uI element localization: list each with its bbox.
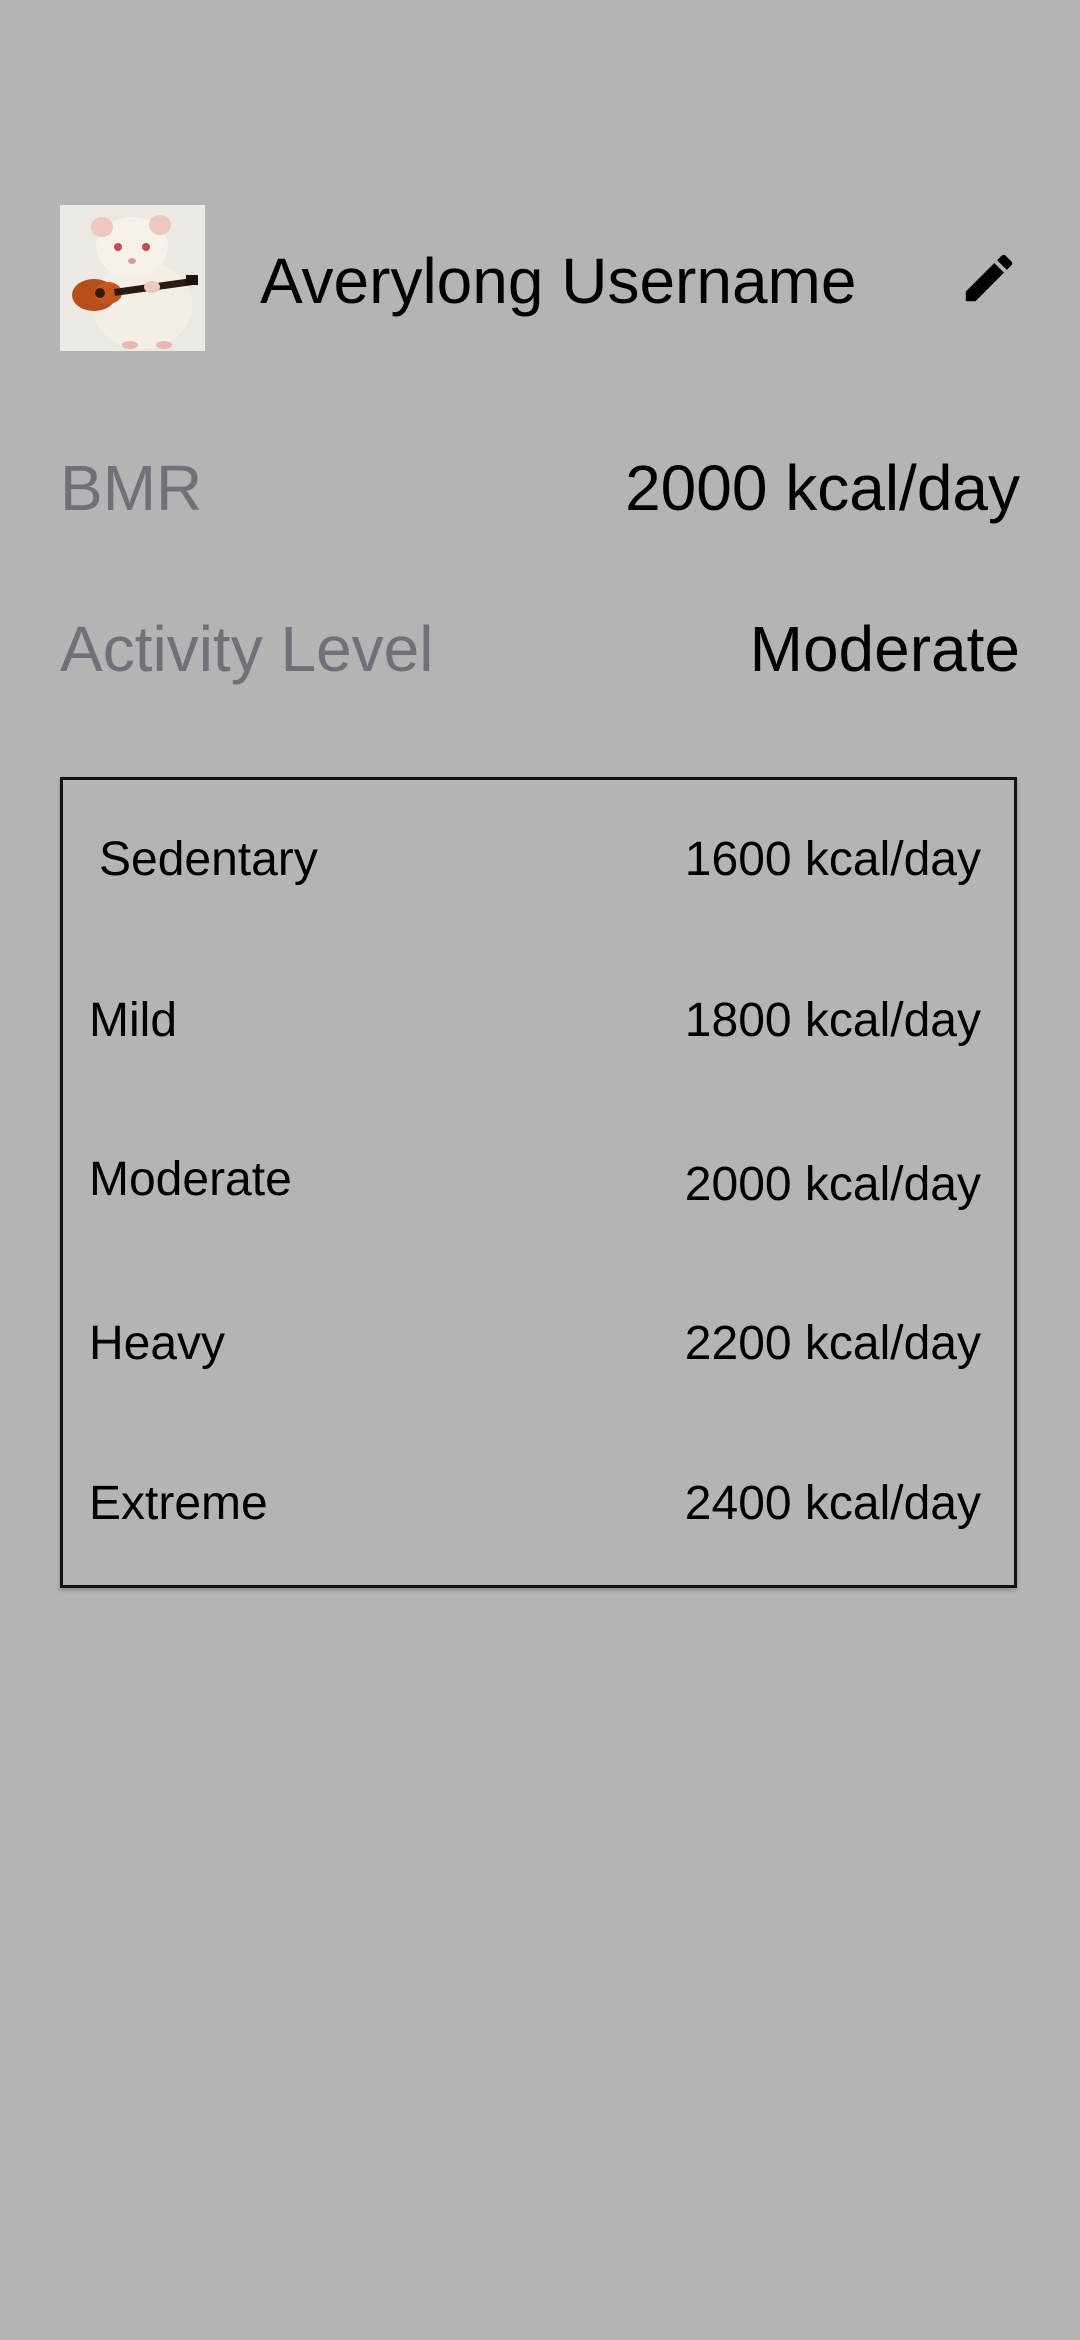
activity-option-name: Mild	[89, 994, 178, 1047]
bmr-value: 2000 kcal/day	[625, 452, 1020, 524]
activity-option-name: Moderate	[89, 1153, 292, 1206]
activity-option-kcal: 2400 kcal/day	[684, 1477, 981, 1530]
pencil-icon[interactable]	[958, 247, 1020, 309]
bmr-row: BMR 2000 kcal/day	[60, 448, 1020, 528]
activity-level-row[interactable]: Activity Level Moderate	[60, 609, 1020, 689]
avatar-image	[60, 205, 205, 351]
activity-option-name: Sedentary	[99, 833, 318, 886]
activity-option-kcal: 2200 kcal/day	[684, 1317, 981, 1370]
activity-option-moderate[interactable]: Moderate 2000 kcal/day	[63, 1142, 1014, 1222]
activity-option-sedentary[interactable]: Sedentary 1600 kcal/day	[63, 820, 1014, 900]
bmr-label: BMR	[60, 452, 203, 524]
activity-option-name: Extreme	[89, 1477, 268, 1530]
activity-option-extreme[interactable]: Extreme 2400 kcal/day	[63, 1464, 1014, 1544]
username: Averylong Username	[260, 245, 857, 317]
activity-level-options: Sedentary 1600 kcal/day Mild 1800 kcal/d…	[60, 777, 1017, 1588]
activity-option-kcal: 1600 kcal/day	[684, 833, 981, 886]
activity-option-heavy[interactable]: Heavy 2200 kcal/day	[63, 1304, 1014, 1384]
activity-option-kcal: 2000 kcal/day	[684, 1158, 981, 1211]
activity-option-kcal: 1800 kcal/day	[684, 994, 981, 1047]
activity-level-value[interactable]: Moderate	[750, 609, 1020, 689]
avatar[interactable]	[60, 205, 205, 351]
activity-level-label: Activity Level	[60, 613, 434, 685]
activity-option-name: Heavy	[89, 1317, 226, 1370]
activity-option-mild[interactable]: Mild 1800 kcal/day	[63, 981, 1014, 1061]
profile-header: Averylong Username	[60, 205, 1020, 351]
